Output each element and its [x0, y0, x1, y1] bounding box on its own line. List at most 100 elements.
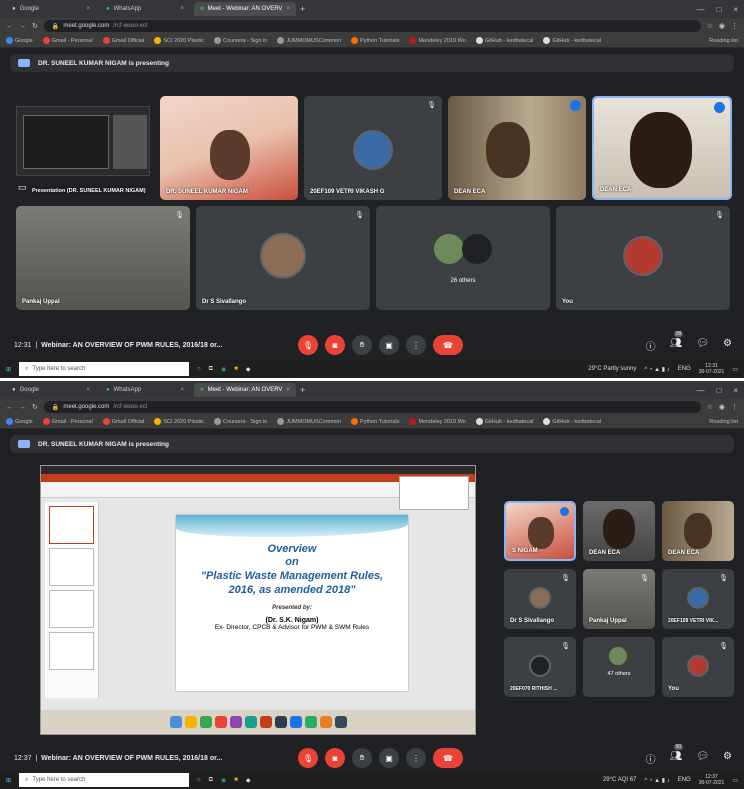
raise-hand-button[interactable]: ✋︎	[352, 748, 372, 768]
dock-app-icon[interactable]	[214, 716, 227, 728]
participant-tile[interactable]: DEAN ECA	[592, 96, 732, 200]
close-tab-icon[interactable]: ×	[286, 6, 290, 12]
bookmark-item[interactable]: JUMMOMUSCommon	[277, 37, 341, 44]
dock-app-icon[interactable]	[334, 716, 347, 728]
bookmark-item[interactable]: Google	[6, 418, 33, 425]
participant-tile[interactable]: 🎙︎ 20EF109 VETRI VIK...	[662, 569, 734, 629]
app-icon[interactable]: ◆	[246, 777, 251, 784]
participant-tile[interactable]: 🎙︎ 20EF109 VETRI VIKASH G	[304, 96, 442, 200]
menu-icon[interactable]: ⋮	[731, 403, 738, 411]
close-tab-icon[interactable]: ×	[180, 6, 184, 12]
present-button[interactable]: ▣	[379, 748, 399, 768]
tab-meet[interactable]: ■ Meet - Webinar: AN OVERV ×	[194, 383, 296, 397]
bookmark-item[interactable]: Python Tutorials	[351, 37, 399, 44]
profile-icon[interactable]: ◉	[719, 403, 725, 411]
reload-icon[interactable]: ↻	[32, 403, 38, 411]
participant-tile[interactable]: S NIGAM	[504, 501, 576, 561]
info-icon[interactable]: ⓘ	[646, 751, 656, 766]
bookmark-item[interactable]: GitHub - kedbatecal	[475, 37, 533, 44]
bookmark-item[interactable]: Gmail - Personal	[42, 37, 93, 44]
notifications-icon[interactable]: ▭	[732, 777, 738, 784]
maximize-icon[interactable]: □	[716, 386, 721, 395]
dock-app-icon[interactable]	[244, 716, 257, 728]
close-tab-icon[interactable]: ×	[86, 387, 90, 393]
task-view-icon[interactable]: ⧉	[209, 777, 213, 784]
more-options-button[interactable]: ⋮	[406, 748, 426, 768]
end-call-button[interactable]: ☎︎	[433, 748, 463, 768]
chrome-icon[interactable]: ◉	[221, 777, 226, 784]
mic-toggle-button[interactable]: 🎙︎	[298, 335, 318, 355]
participant-tile[interactable]: DEAN ECA	[662, 501, 734, 561]
slide-thumbnail[interactable]	[49, 548, 94, 586]
tab-whatsapp[interactable]: ● WhatsApp ×	[100, 2, 190, 16]
others-tile[interactable]: 47 others	[583, 637, 655, 697]
weather-widget[interactable]: 29°C AQI 67	[603, 777, 636, 783]
reading-list[interactable]: Reading list	[709, 419, 738, 425]
star-icon[interactable]: ☆	[707, 403, 713, 411]
back-icon[interactable]: ←	[6, 404, 13, 411]
more-options-button[interactable]: ⋮	[406, 335, 426, 355]
dock-app-icon[interactable]	[229, 716, 242, 728]
windows-start-icon[interactable]: ⊞	[6, 777, 11, 784]
taskbar-search[interactable]: ⌕ Type here to search	[19, 362, 190, 376]
url-bar[interactable]: 🔒 meet.google.com/rcf-wsoo-xcl	[43, 401, 701, 413]
bookmark-item[interactable]: GitHub - kedbatecal	[543, 37, 601, 44]
slide-thumbnail[interactable]	[49, 506, 94, 544]
menu-icon[interactable]: ⋮	[731, 22, 738, 30]
people-icon[interactable]: 👥︎ 28	[670, 331, 684, 353]
tab-whatsapp[interactable]: ● WhatsApp ×	[100, 383, 190, 397]
dock-app-icon[interactable]	[199, 716, 212, 728]
notifications-icon[interactable]: ▭	[732, 366, 738, 373]
cortana-icon[interactable]: ○	[197, 366, 201, 372]
clock[interactable]: 12:31 30-07-2021	[699, 363, 725, 375]
bookmark-item[interactable]: Gmail Official	[102, 418, 144, 425]
participant-tile[interactable]: 🎙︎ Pankaj Uppal	[583, 569, 655, 629]
bookmark-item[interactable]: GitHub - kedbatecal	[475, 418, 533, 425]
bookmark-item[interactable]: Coursera - Sign in	[214, 37, 267, 44]
participant-tile[interactable]: DEAN ECA	[448, 96, 586, 200]
participant-tile[interactable]: 🎙︎ Dr S Sivallango	[504, 569, 576, 629]
clock[interactable]: 12:37 30-07-2021	[699, 774, 725, 786]
maximize-icon[interactable]: □	[716, 5, 721, 14]
language-indicator[interactable]: ENG	[678, 777, 691, 783]
chat-icon[interactable]: 💬︎	[696, 751, 709, 766]
bookmark-item[interactable]: JUMMOMUSCommon	[277, 418, 341, 425]
mic-toggle-button[interactable]: 🎙︎	[298, 748, 318, 768]
cortana-icon[interactable]: ○	[197, 777, 201, 783]
bookmark-item[interactable]: Mendeley 2019 Wo	[409, 37, 466, 44]
dock-app-icon[interactable]	[319, 716, 332, 728]
reload-icon[interactable]: ↻	[32, 22, 38, 30]
bookmark-item[interactable]: Gmail - Personal	[42, 418, 93, 425]
task-view-icon[interactable]: ⧉	[209, 366, 213, 373]
tray-icons[interactable]: ^ ◔ ▲ ▮ ♪	[644, 777, 669, 784]
dock-app-icon[interactable]	[304, 716, 317, 728]
dock-app-icon[interactable]	[289, 716, 302, 728]
presentation-tile[interactable]: ▭ Presentation (DR. SUNEEL KUMAR NIGAM)	[12, 96, 154, 200]
url-bar[interactable]: 🔒 meet.google.com/rcf-wsoo-xcl	[43, 20, 701, 32]
close-tab-icon[interactable]: ×	[286, 387, 290, 393]
bookmark-item[interactable]: Python Tutorials	[351, 418, 399, 425]
star-icon[interactable]: ☆	[707, 22, 713, 30]
bookmark-item[interactable]: Mendeley 2019 Wo	[409, 418, 466, 425]
bookmark-item[interactable]: Gmail Official	[102, 37, 144, 44]
others-tile[interactable]: 26 others	[376, 206, 550, 310]
app-icon[interactable]: ◆	[246, 366, 251, 373]
new-tab-button[interactable]: +	[300, 385, 305, 395]
activities-icon[interactable]: ⚙︎	[723, 751, 732, 766]
profile-icon[interactable]: ◉	[719, 22, 725, 30]
participant-tile[interactable]: DR. SUNEEL KUMAR NIGAM	[160, 96, 298, 200]
slide-thumbnail[interactable]	[49, 590, 94, 628]
weather-widget[interactable]: 29°C Partly sunny	[588, 366, 636, 372]
chat-icon[interactable]: 💬︎	[696, 338, 709, 353]
activities-icon[interactable]: ⚙︎	[723, 338, 732, 353]
dock-app-icon[interactable]	[259, 716, 272, 728]
participant-tile[interactable]: 🎙︎ Pankaj Uppal	[16, 206, 190, 310]
dock-app-icon[interactable]	[169, 716, 182, 728]
forward-icon[interactable]: →	[19, 23, 26, 30]
self-tile[interactable]: 🎙︎ You	[556, 206, 730, 310]
close-tab-icon[interactable]: ×	[180, 387, 184, 393]
minimize-icon[interactable]: —	[696, 386, 704, 395]
tab-google[interactable]: ● Google ×	[6, 2, 96, 16]
new-tab-button[interactable]: +	[300, 4, 305, 14]
close-tab-icon[interactable]: ×	[86, 6, 90, 12]
